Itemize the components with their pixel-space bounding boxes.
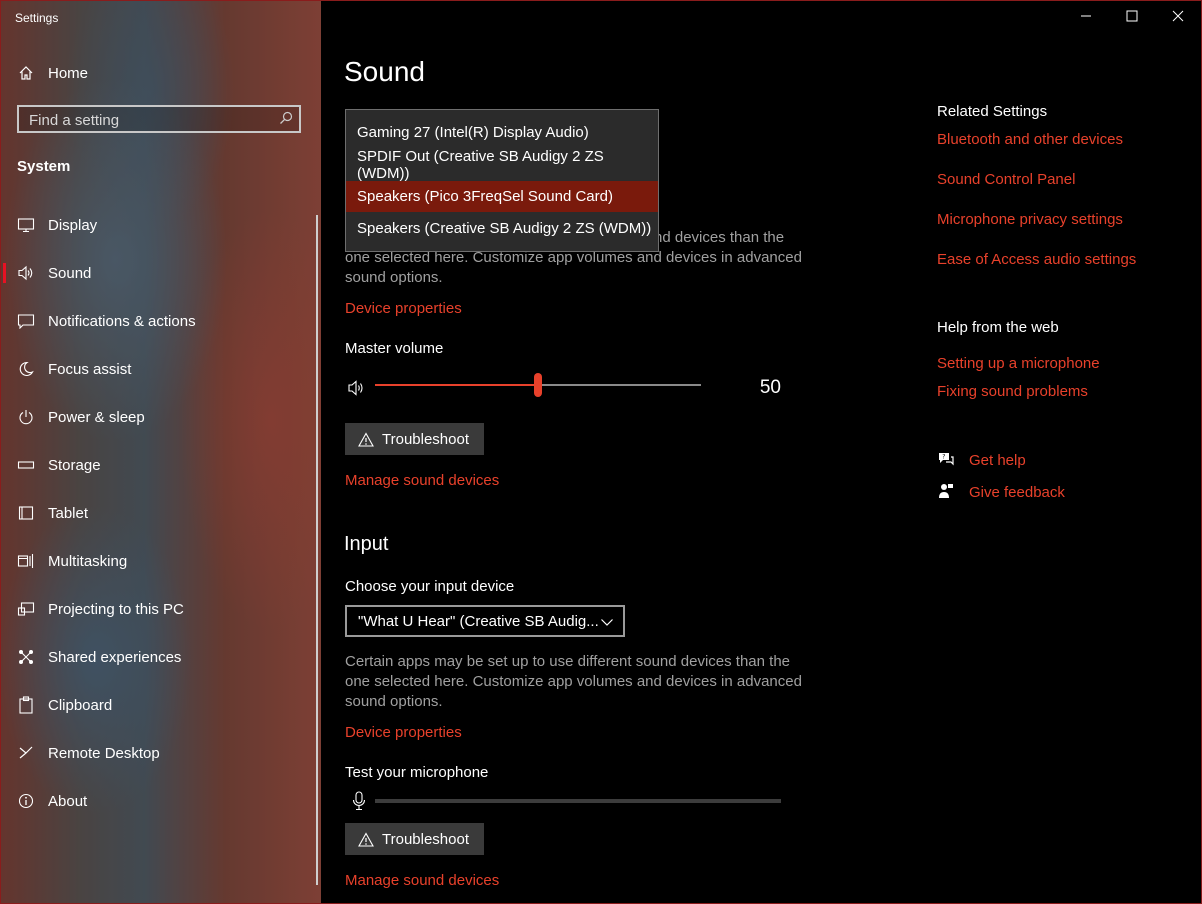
sidebar-scrollbar[interactable] — [316, 215, 318, 885]
chevron-down-icon — [600, 615, 614, 632]
notifications-icon — [17, 312, 35, 330]
remote-desktop-icon — [17, 744, 35, 762]
fixing-sound-problems-link[interactable]: Fixing sound problems — [937, 383, 1088, 400]
feedback-icon — [937, 483, 955, 501]
microphone-icon — [351, 791, 367, 816]
close-icon — [1172, 10, 1184, 22]
sidebar-item-clipboard[interactable]: Clipboard — [0, 683, 318, 727]
sidebar-item-label: Display — [48, 216, 98, 234]
sidebar-item-label: Storage — [48, 456, 101, 474]
multitasking-icon — [17, 552, 35, 570]
sidebar-item-label: About — [48, 792, 88, 810]
sidebar-item-label: Tablet — [48, 504, 89, 522]
search-input[interactable] — [19, 107, 281, 133]
give-feedback-link[interactable]: Give feedback — [937, 483, 1065, 501]
volume-value: 50 — [759, 377, 781, 398]
dropdown-option[interactable]: Speakers (Pico 3FreqSel Sound Card) — [346, 181, 658, 212]
sidebar-item-display[interactable]: Display — [0, 203, 318, 247]
shared-icon — [17, 648, 35, 666]
ease-of-access-audio-link[interactable]: Ease of Access audio settings — [937, 251, 1136, 268]
input-manage-sound-devices-link[interactable]: Manage sound devices — [345, 872, 499, 889]
volume-icon[interactable] — [347, 379, 367, 402]
output-troubleshoot-button[interactable]: Troubleshoot — [345, 423, 484, 455]
clipboard-icon — [17, 696, 35, 714]
sidebar-item-remote-desktop[interactable]: Remote Desktop — [0, 731, 318, 775]
projecting-icon — [17, 600, 35, 618]
master-volume-label: Master volume — [345, 340, 444, 357]
input-device-select[interactable]: "What U Hear" (Creative SB Audig... — [345, 605, 625, 637]
sidebar-item-label: Home — [48, 64, 89, 82]
power-icon — [17, 408, 35, 426]
get-help-icon: ? — [937, 451, 955, 469]
moon-icon — [17, 360, 35, 378]
sidebar-item-label: Remote Desktop — [48, 744, 160, 762]
search-box[interactable] — [17, 105, 301, 133]
input-device-label: Choose your input device — [345, 578, 515, 595]
sidebar-item-label: Focus assist — [48, 360, 132, 378]
get-help-link[interactable]: ? Get help — [937, 451, 1026, 469]
sidebar-item-shared-experiences[interactable]: Shared experiences — [0, 635, 318, 679]
sidebar-item-home[interactable]: Home — [0, 51, 318, 95]
test-microphone-label: Test your microphone — [345, 764, 489, 781]
master-volume-slider[interactable] — [375, 373, 701, 397]
warning-icon — [358, 831, 374, 847]
home-icon — [17, 64, 35, 82]
sidebar-item-about[interactable]: About — [0, 779, 318, 823]
help-from-web-heading: Help from the web — [937, 319, 1059, 336]
sidebar-item-label: Projecting to this PC — [48, 600, 184, 618]
storage-icon — [17, 456, 35, 474]
app-title: Settings — [15, 11, 59, 25]
maximize-icon — [1126, 10, 1138, 22]
sidebar: Settings Home System Display Sound Notif… — [0, 0, 321, 904]
input-description: Certain apps may be set up to use differ… — [345, 653, 802, 710]
sidebar-item-label: Power & sleep — [48, 408, 145, 426]
warning-icon — [358, 431, 374, 447]
sidebar-item-label: Sound — [48, 264, 92, 282]
dropdown-option[interactable]: SPDIF Out (Creative SB Audigy 2 ZS (WDM)… — [346, 148, 658, 182]
volume-slider-thumb[interactable] — [534, 373, 542, 397]
sidebar-item-notifications[interactable]: Notifications & actions — [0, 299, 318, 343]
bluetooth-devices-link[interactable]: Bluetooth and other devices — [937, 131, 1123, 148]
sidebar-item-power-sleep[interactable]: Power & sleep — [0, 395, 318, 439]
sidebar-item-storage[interactable]: Storage — [0, 443, 318, 487]
info-icon — [17, 792, 35, 810]
input-device-properties-link[interactable]: Device properties — [345, 724, 462, 741]
sound-control-panel-link[interactable]: Sound Control Panel — [937, 171, 1075, 188]
display-icon — [17, 216, 35, 234]
tablet-icon — [17, 504, 35, 522]
minimize-button[interactable] — [1063, 0, 1109, 32]
sidebar-item-label: Multitasking — [48, 552, 128, 570]
dropdown-option[interactable]: Gaming 27 (Intel(R) Display Audio) — [346, 117, 658, 148]
microphone-privacy-link[interactable]: Microphone privacy settings — [937, 211, 1123, 228]
microphone-level-meter — [375, 799, 781, 803]
speaker-icon — [17, 264, 35, 282]
sidebar-item-label: Shared experiences — [48, 648, 182, 666]
page-title: Sound — [344, 56, 425, 87]
dropdown-option[interactable]: Speakers (Creative SB Audigy 2 ZS (WDM)) — [346, 213, 658, 244]
sidebar-item-projecting[interactable]: Projecting to this PC — [0, 587, 318, 631]
sidebar-section-title: System — [17, 158, 71, 175]
sidebar-item-label: Notifications & actions — [48, 312, 196, 330]
sidebar-item-focus-assist[interactable]: Focus assist — [0, 347, 318, 391]
sidebar-item-sound[interactable]: Sound — [0, 251, 318, 295]
sidebar-item-multitasking[interactable]: Multitasking — [0, 539, 318, 583]
output-device-dropdown[interactable]: Gaming 27 (Intel(R) Display Audio) SPDIF… — [345, 109, 659, 252]
volume-slider-fill — [375, 384, 538, 386]
minimize-icon — [1081, 15, 1091, 17]
related-settings-heading: Related Settings — [937, 103, 1048, 120]
close-button[interactable] — [1155, 0, 1201, 32]
setting-up-microphone-link[interactable]: Setting up a microphone — [937, 355, 1100, 372]
output-manage-sound-devices-link[interactable]: Manage sound devices — [345, 472, 499, 489]
svg-text:?: ? — [942, 454, 945, 461]
sidebar-item-label: Clipboard — [48, 696, 113, 714]
maximize-button[interactable] — [1109, 0, 1155, 32]
search-icon[interactable] — [279, 111, 293, 130]
output-device-properties-link[interactable]: Device properties — [345, 300, 462, 317]
input-heading: Input — [344, 533, 389, 555]
sidebar-item-tablet[interactable]: Tablet — [0, 491, 318, 535]
input-troubleshoot-button[interactable]: Troubleshoot — [345, 823, 484, 855]
